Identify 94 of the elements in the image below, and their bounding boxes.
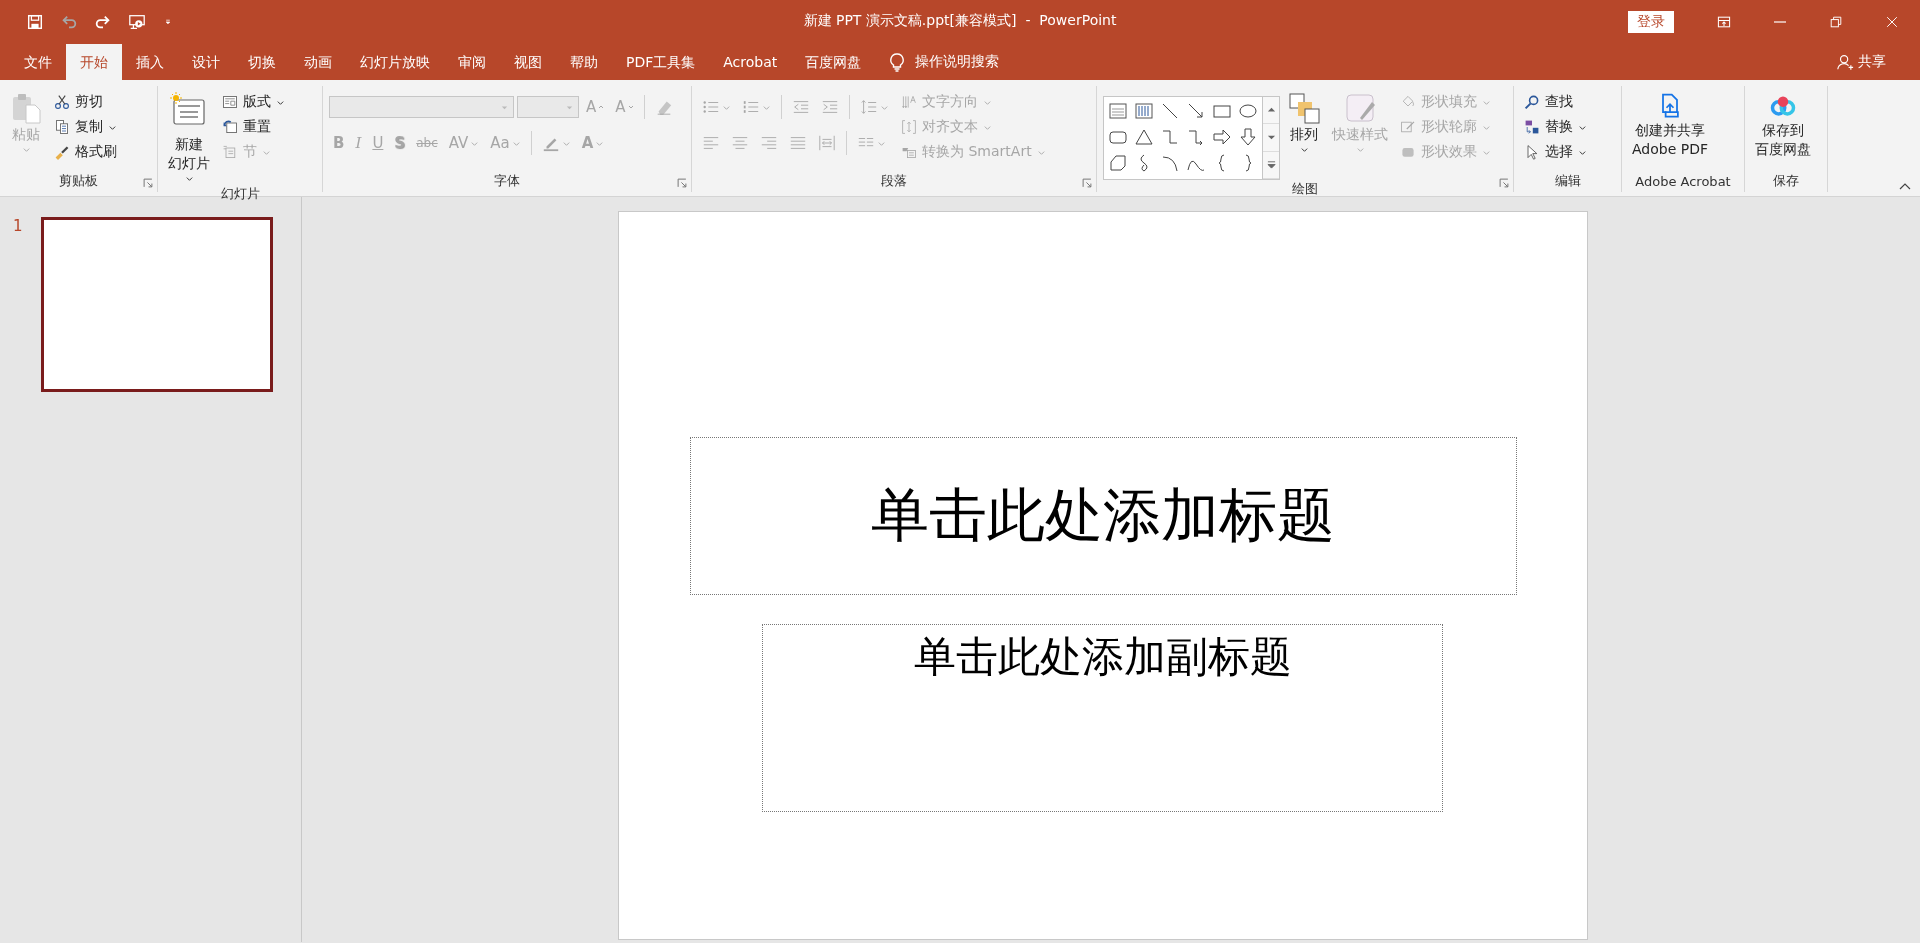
redo-icon bbox=[94, 13, 112, 31]
align-left-icon bbox=[702, 134, 720, 152]
save-icon bbox=[26, 13, 44, 31]
pencil-icon bbox=[1400, 119, 1416, 135]
group-label: 保存 bbox=[1773, 172, 1799, 190]
shape-icon[interactable] bbox=[1108, 153, 1128, 173]
person-icon bbox=[1836, 53, 1854, 71]
clipboard-icon bbox=[10, 92, 42, 124]
distribute-icon bbox=[818, 134, 836, 152]
layout-button[interactable]: 版式 bbox=[218, 90, 289, 114]
ribbon-tab[interactable]: 切换 bbox=[234, 44, 290, 80]
paintbrush-icon bbox=[54, 144, 70, 160]
ribbon-tab[interactable]: 幻灯片放映 bbox=[346, 44, 444, 80]
dialog-launcher-icon[interactable] bbox=[1499, 178, 1509, 188]
ribbon-tab[interactable]: 审阅 bbox=[444, 44, 500, 80]
shape-icon[interactable] bbox=[1186, 101, 1206, 121]
slide-number: 1 bbox=[13, 217, 24, 235]
decrease-indent-icon bbox=[792, 98, 810, 116]
dialog-launcher-icon[interactable] bbox=[143, 178, 153, 188]
ribbon-tab[interactable]: PDF工具集 bbox=[612, 44, 710, 80]
ribbon-tab[interactable]: 文件 bbox=[10, 44, 66, 80]
dialog-launcher-icon[interactable] bbox=[677, 178, 687, 188]
ribbon-tab[interactable]: 视图 bbox=[500, 44, 556, 80]
increase-indent-icon bbox=[821, 98, 839, 116]
caret-icon bbox=[1299, 145, 1309, 154]
search-icon bbox=[1524, 94, 1540, 110]
sign-in-button[interactable]: 登录 bbox=[1628, 11, 1674, 33]
slide-thumbnail[interactable] bbox=[41, 217, 273, 392]
pdf-share-button[interactable]: 创建并共享 Adobe PDF bbox=[1628, 90, 1712, 170]
ribbon-tab[interactable]: 插入 bbox=[122, 44, 178, 80]
reset-button[interactable]: 重置 bbox=[218, 115, 289, 139]
ribbon-tab[interactable]: 百度网盘 bbox=[791, 44, 876, 80]
ribbon-tab[interactable]: 动画 bbox=[290, 44, 346, 80]
line-spacing-icon bbox=[860, 98, 878, 116]
caret-icon bbox=[21, 145, 31, 154]
arrange-icon bbox=[1288, 92, 1320, 124]
shape-icon[interactable] bbox=[1238, 101, 1258, 121]
scissors-icon bbox=[54, 94, 70, 110]
shape-icon[interactable] bbox=[1134, 127, 1154, 147]
window-title: 新建 PPT 演示文稿.ppt[兼容模式] - PowerPoint bbox=[803, 12, 1117, 28]
shape-icon[interactable] bbox=[1160, 101, 1180, 121]
shape-icon[interactable] bbox=[1238, 127, 1258, 147]
new-slide-button[interactable]: 新建 幻灯片 bbox=[164, 90, 214, 185]
shape-icon[interactable] bbox=[1212, 127, 1232, 147]
close-icon bbox=[1884, 14, 1900, 30]
ribbon-tab[interactable]: 开始 bbox=[66, 44, 122, 80]
numbered-list-icon bbox=[742, 98, 760, 116]
align-text-icon bbox=[901, 119, 917, 135]
ribbon-display-icon bbox=[1716, 14, 1732, 30]
paintbrush-button[interactable]: 格式刷 bbox=[50, 140, 121, 164]
section-icon bbox=[222, 144, 238, 160]
group-label: 绘图 bbox=[1292, 180, 1318, 198]
minimize-icon bbox=[1774, 21, 1786, 23]
copy-icon bbox=[54, 119, 70, 135]
group-label: 字体 bbox=[494, 172, 520, 190]
arrange-button[interactable]: 排列 bbox=[1284, 90, 1324, 180]
reset-icon bbox=[222, 119, 238, 135]
slideshow-icon bbox=[128, 13, 146, 31]
restore-icon bbox=[1828, 14, 1844, 30]
ribbon-tab[interactable]: Acrobat bbox=[709, 44, 792, 80]
collapse-icon bbox=[1898, 182, 1912, 191]
quick-styles-icon bbox=[1344, 92, 1376, 124]
group-label: 幻灯片 bbox=[220, 185, 260, 203]
caret-icon bbox=[184, 174, 194, 183]
layout-icon bbox=[222, 94, 238, 110]
ribbon-tab[interactable]: 帮助 bbox=[556, 44, 612, 80]
shape-icon[interactable] bbox=[1160, 153, 1180, 173]
search-button[interactable]: 查找 bbox=[1520, 90, 1591, 114]
scroll-down-icon[interactable] bbox=[1266, 133, 1276, 142]
cursor-icon bbox=[1524, 144, 1540, 160]
subtitle-placeholder[interactable]: 单击此处添加副标题 bbox=[762, 624, 1443, 812]
bullet-list-icon bbox=[702, 98, 720, 116]
copy-button[interactable]: 复制 bbox=[50, 115, 121, 139]
caret-icon bbox=[1355, 145, 1365, 154]
share-button[interactable]: 共享 bbox=[1830, 44, 1892, 80]
group-label: Adobe Acrobat bbox=[1635, 173, 1731, 189]
group-label: 编辑 bbox=[1554, 172, 1581, 190]
justify-icon bbox=[789, 134, 807, 152]
replace-button[interactable]: 替换 bbox=[1520, 115, 1591, 139]
group-label: 剪贴板 bbox=[59, 172, 98, 190]
expand-icon[interactable] bbox=[1266, 160, 1276, 170]
cloud-button[interactable]: 保存到 百度网盘 bbox=[1751, 90, 1815, 170]
align-center-icon bbox=[731, 134, 749, 152]
undo-icon bbox=[60, 13, 78, 31]
dialog-launcher-icon[interactable] bbox=[1082, 178, 1092, 188]
tell-me-search[interactable]: 操作说明搜索 bbox=[875, 44, 1006, 80]
text-direction-icon bbox=[901, 94, 917, 110]
title-placeholder[interactable]: 单击此处添加标题 bbox=[689, 437, 1517, 595]
ribbon-tab[interactable]: 设计 bbox=[178, 44, 234, 80]
align-right-icon bbox=[760, 134, 778, 152]
scissors-button[interactable]: 剪切 bbox=[50, 90, 121, 114]
replace-icon bbox=[1524, 119, 1540, 135]
cursor-button[interactable]: 选择 bbox=[1520, 140, 1591, 164]
group-label: 段落 bbox=[881, 172, 907, 190]
